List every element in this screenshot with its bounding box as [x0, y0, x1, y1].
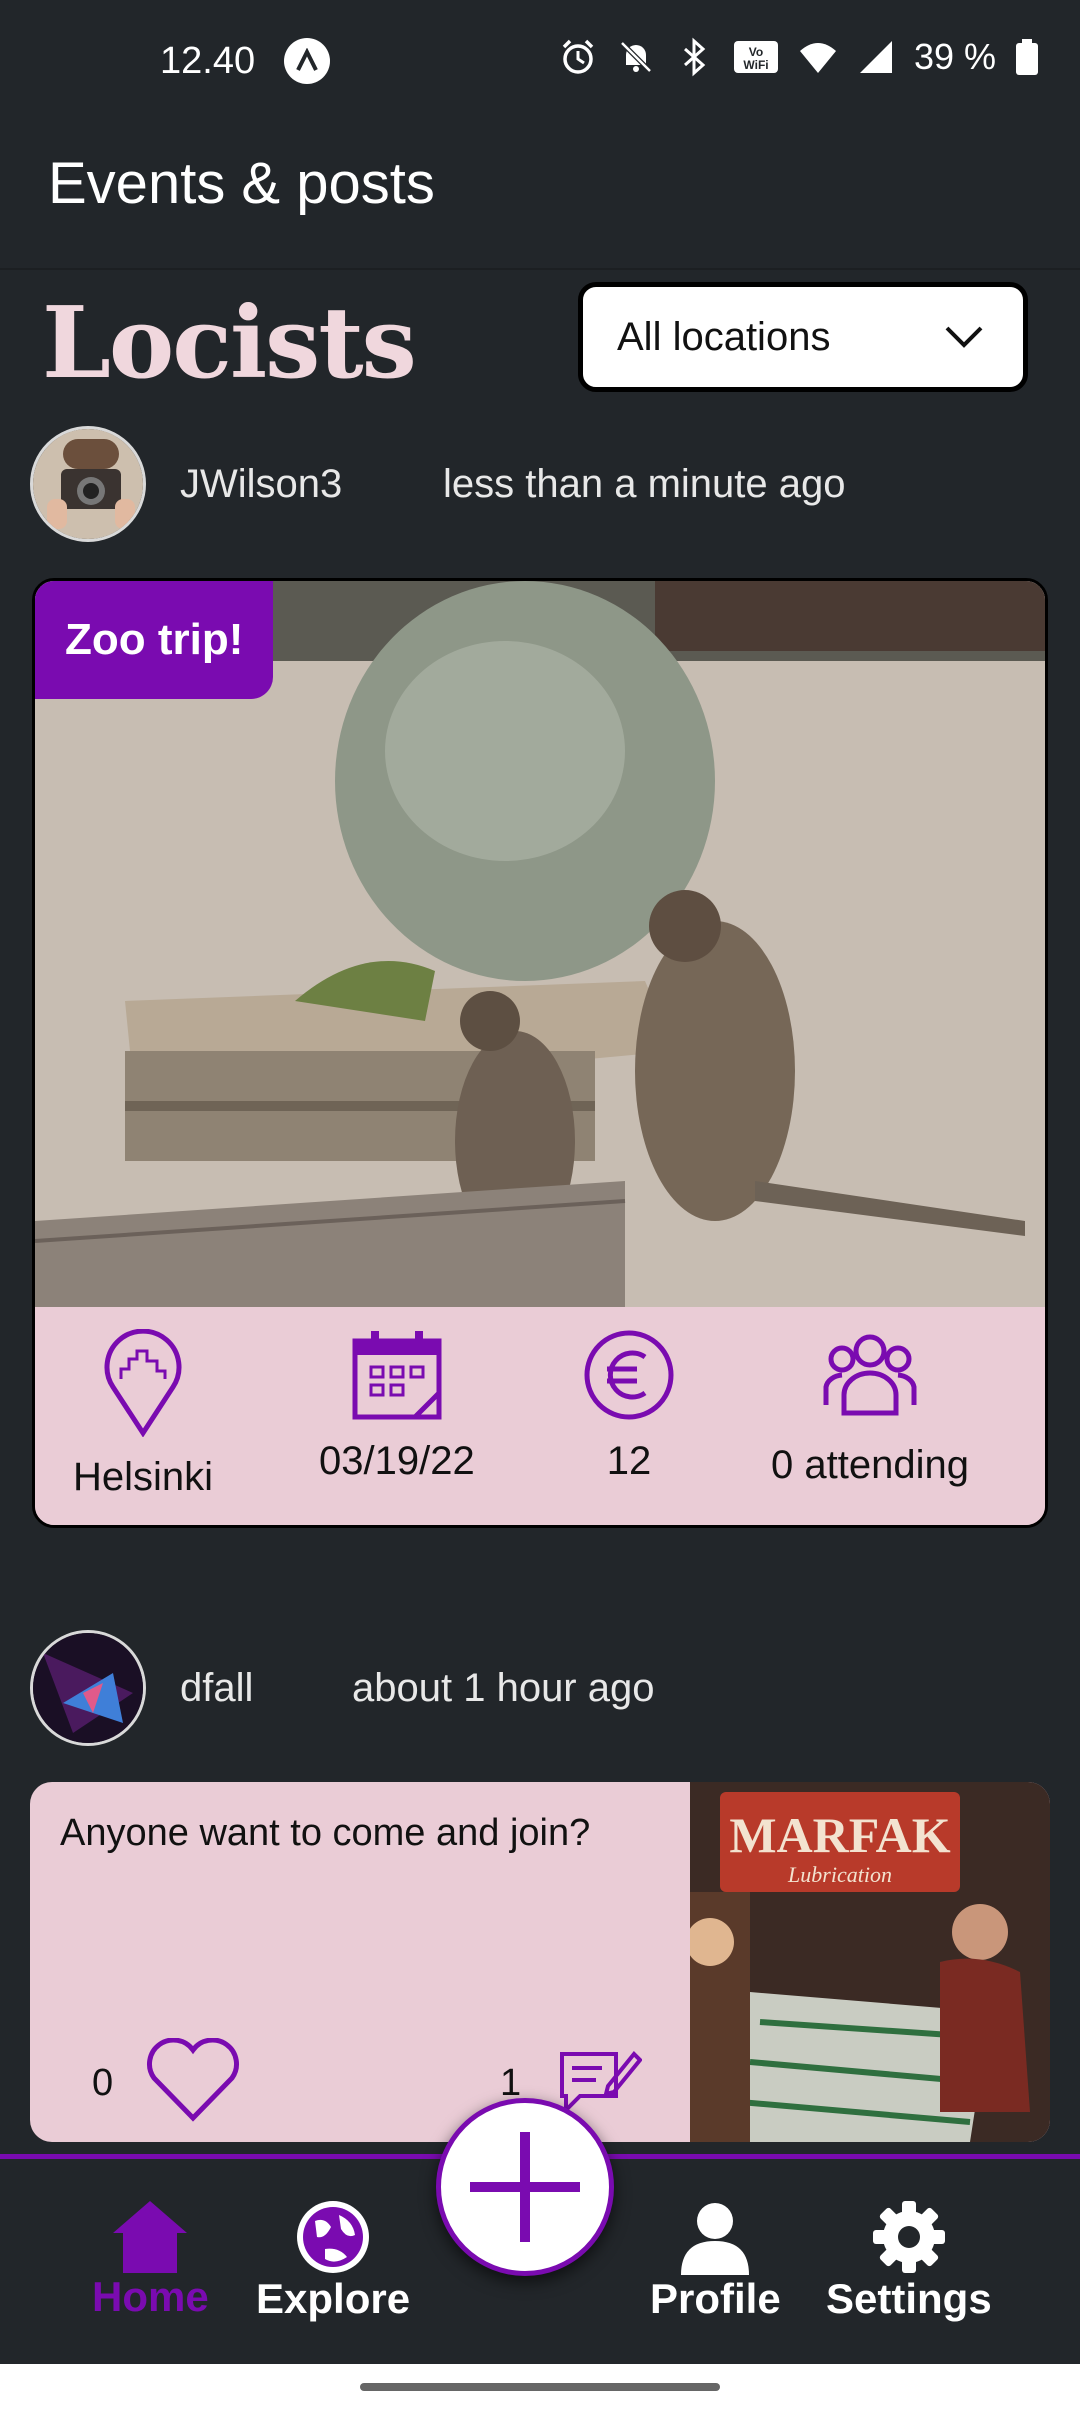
post-timestamp: about 1 hour ago	[352, 1666, 655, 1710]
event-date: 03/19/22	[319, 1329, 475, 1484]
avatar[interactable]	[30, 1630, 146, 1746]
svg-text:Lubrication: Lubrication	[787, 1862, 892, 1887]
group-icon	[823, 1334, 917, 1416]
chevron-down-icon	[943, 315, 985, 360]
nav-settings[interactable]: Settings	[826, 2199, 992, 2323]
calendar-icon	[352, 1331, 442, 1420]
gesture-handle[interactable]	[360, 2383, 720, 2391]
like-count: 0	[92, 2062, 114, 2104]
event-location-text: Helsinki	[73, 1455, 214, 1499]
gear-icon	[872, 2201, 945, 2273]
event-card[interactable]: Zoo trip! Helsinki 03/19/22 12 0 attendi…	[32, 578, 1048, 1528]
event-info-row: Helsinki 03/19/22 12 0 attending	[35, 1307, 1045, 1525]
page-title: Events & posts	[48, 151, 435, 216]
euro-icon	[584, 1330, 674, 1420]
event-price: 12	[583, 1329, 675, 1484]
svg-text:Vo: Vo	[749, 45, 763, 59]
alarm-icon	[558, 37, 598, 77]
event-attending-text: 0 attending	[771, 1443, 969, 1487]
battery-icon	[1014, 37, 1040, 77]
svg-text:MARFAK: MARFAK	[729, 1807, 950, 1863]
nav-explore-label: Explore	[256, 2275, 411, 2322]
status-icons: Vo WiFi 39 %	[558, 36, 1040, 78]
post-username[interactable]: JWilson3	[180, 462, 342, 507]
event-price-text: 12	[606, 1439, 652, 1483]
svg-text:WiFi: WiFi	[743, 58, 768, 72]
avatar[interactable]	[30, 426, 146, 542]
post-username[interactable]: dfall	[180, 1666, 253, 1711]
person-icon	[681, 2203, 750, 2275]
post-image: MARFAK Lubrication	[690, 1782, 1050, 2142]
nav-settings-label: Settings	[826, 2275, 992, 2322]
location-filter-dropdown[interactable]: All locations	[578, 282, 1028, 392]
event-date-text: 03/19/22	[319, 1439, 475, 1483]
status-time: 12.40	[160, 40, 256, 82]
create-post-button[interactable]	[436, 2098, 614, 2276]
vowifi-icon: Vo WiFi	[732, 37, 780, 77]
app-a-icon	[284, 38, 330, 84]
plus-icon	[470, 2132, 580, 2242]
app-logo: Locists	[42, 286, 417, 401]
bluetooth-icon	[674, 37, 714, 77]
signal-icon	[856, 37, 896, 77]
bell-off-icon	[616, 37, 656, 77]
event-attending: 0 attending	[771, 1329, 969, 1488]
post-text: Anyone want to come and join?	[60, 1812, 591, 1854]
nav-explore[interactable]: Explore	[256, 2199, 410, 2323]
home-icon	[113, 2201, 188, 2273]
location-pin-icon	[104, 1329, 182, 1437]
globe-icon	[297, 2201, 370, 2273]
wifi-icon	[798, 37, 838, 77]
nav-profile-label: Profile	[650, 2275, 781, 2322]
nav-profile[interactable]: Profile	[650, 2199, 781, 2323]
event-title-badge: Zoo trip!	[35, 581, 274, 699]
event-location: Helsinki	[73, 1329, 213, 1500]
battery-text: 39 %	[913, 36, 996, 77]
post-card[interactable]: Anyone want to come and join? 0 1 MARFAK…	[30, 1782, 1050, 2142]
nav-home[interactable]: Home	[92, 2199, 209, 2321]
location-filter-value: All locations	[617, 314, 831, 359]
nav-home-label: Home	[92, 2273, 209, 2320]
heart-icon[interactable]	[146, 2037, 240, 2127]
post-timestamp: less than a minute ago	[443, 462, 846, 506]
header-divider	[0, 268, 1080, 270]
